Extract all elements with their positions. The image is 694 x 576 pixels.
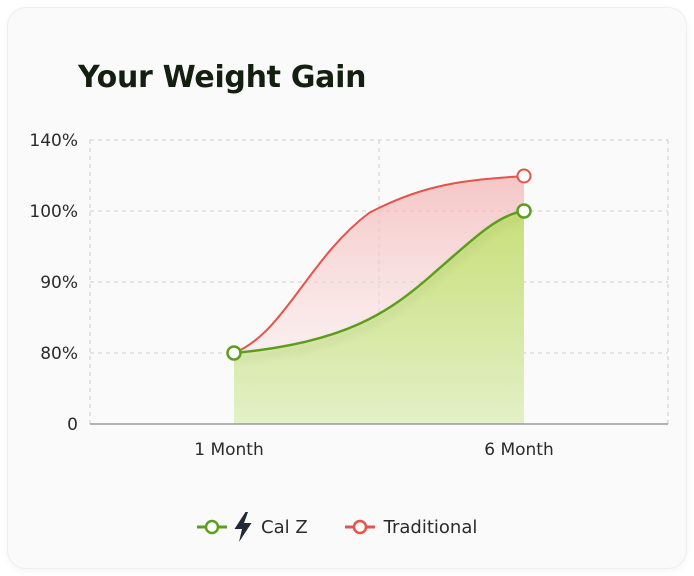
y-tick-label-2: 90%: [40, 273, 78, 293]
chart-areas: [234, 176, 524, 424]
legend-label-traditional: Traditional: [383, 516, 478, 538]
legend-marker-calz: [197, 519, 227, 535]
legend-marker-traditional: [344, 519, 375, 535]
chart-legend: Cal Z Traditional: [196, 512, 477, 542]
point-calz-0: [226, 345, 242, 361]
point-traditional-1: [516, 168, 532, 184]
weight-gain-chart: 0 80% 90% 100% 140% 1 Month 6 Month: [29, 131, 669, 460]
x-tick-label-0: 1 Month: [194, 440, 264, 460]
y-tick-label-4: 140%: [29, 131, 78, 151]
y-tick-label-3: 100%: [29, 202, 78, 222]
legend-item-calz[interactable]: Cal Z: [196, 512, 308, 542]
y-tick-label-1: 80%: [40, 344, 78, 364]
legend-item-traditional[interactable]: Traditional: [344, 516, 478, 538]
point-calz-1: [516, 203, 532, 219]
lightning-bolt-icon: [234, 512, 252, 542]
x-tick-label-1: 6 Month: [484, 440, 554, 460]
y-tick-label-0: 0: [67, 415, 78, 435]
legend-label-calz: Cal Z: [261, 516, 308, 538]
